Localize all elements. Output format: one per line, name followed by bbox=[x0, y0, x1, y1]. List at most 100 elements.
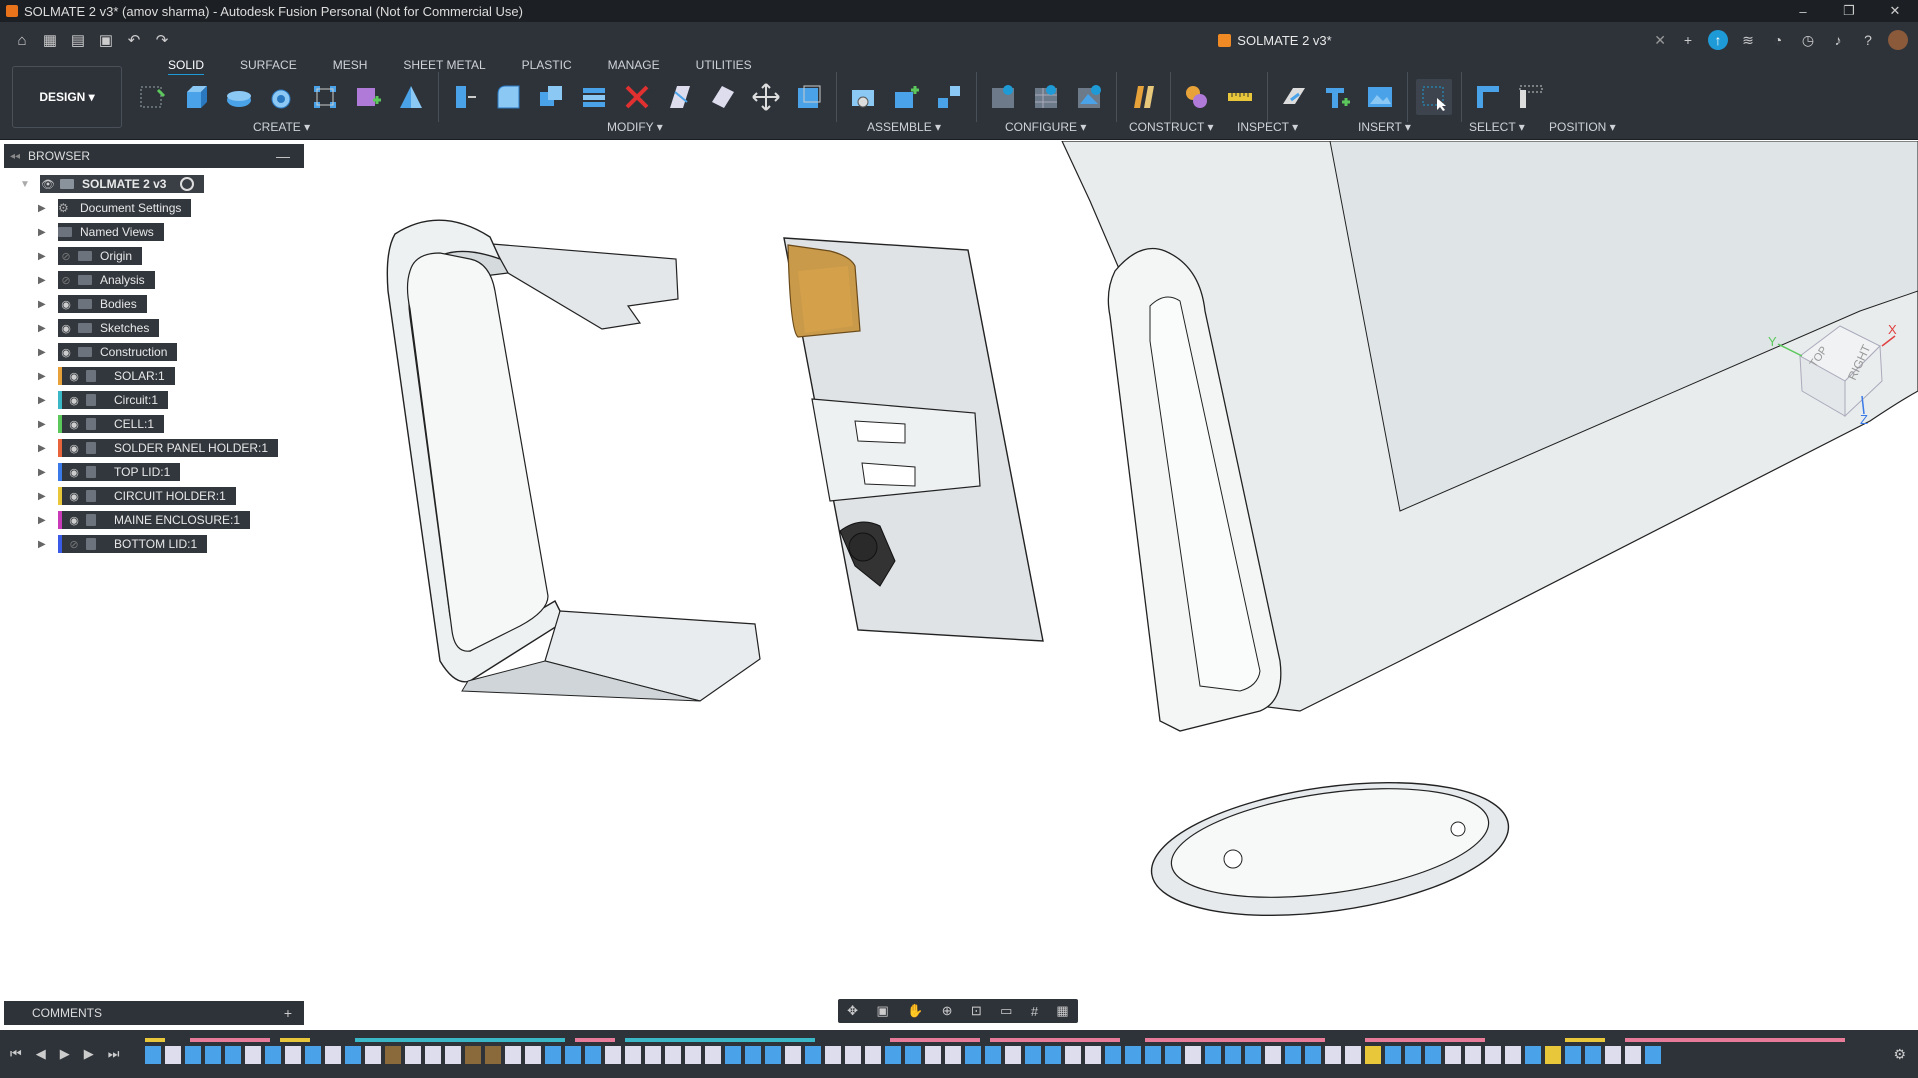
play-icon[interactable]: ▶ bbox=[60, 1046, 70, 1062]
close-tab-icon[interactable]: ✕ bbox=[1654, 32, 1666, 49]
timeline-feature[interactable] bbox=[1285, 1046, 1301, 1064]
move-copy-icon[interactable] bbox=[748, 79, 784, 115]
timeline-feature[interactable] bbox=[1005, 1046, 1021, 1064]
timeline-feature[interactable] bbox=[705, 1046, 721, 1064]
timeline-feature[interactable] bbox=[1305, 1046, 1321, 1064]
tab-plastic[interactable]: PLASTIC bbox=[504, 58, 590, 74]
timeline-feature[interactable] bbox=[1445, 1046, 1461, 1064]
undo-icon[interactable]: ↶ bbox=[124, 31, 144, 49]
expand-arrow-icon[interactable]: ▶ bbox=[38, 539, 46, 550]
timeline-feature[interactable] bbox=[1345, 1046, 1361, 1064]
look-at-icon[interactable]: ▣ bbox=[876, 1003, 888, 1019]
timeline-feature[interactable] bbox=[685, 1046, 701, 1064]
tab-utilities[interactable]: UTILITIES bbox=[678, 58, 770, 74]
eye-hidden-icon[interactable]: ⊘ bbox=[66, 538, 82, 551]
configure-theme-icon[interactable] bbox=[1071, 79, 1107, 115]
add-comment-icon[interactable]: + bbox=[284, 1005, 292, 1021]
tree-item-maine-enclosure[interactable]: ▶ ◉ MAINE ENCLOSURE:1 bbox=[0, 508, 320, 532]
collapse-browser-icon[interactable]: — bbox=[276, 148, 290, 164]
tree-item-circuit-holder[interactable]: ▶ ◉ CIRCUIT HOLDER:1 bbox=[0, 484, 320, 508]
tab-manage[interactable]: MANAGE bbox=[590, 58, 678, 74]
timeline-feature[interactable] bbox=[145, 1046, 161, 1064]
viewports-icon[interactable]: ▦ bbox=[1056, 1003, 1068, 1019]
timeline-feature[interactable] bbox=[1625, 1046, 1641, 1064]
inspect-menu[interactable]: INSPECT ▾ bbox=[1237, 120, 1298, 134]
expand-arrow-icon[interactable]: ▶ bbox=[38, 395, 46, 406]
eye-icon[interactable]: ◉ bbox=[66, 514, 82, 527]
activate-radio-icon[interactable] bbox=[180, 177, 195, 191]
insert-menu[interactable]: INSERT ▾ bbox=[1358, 120, 1411, 134]
fillet-icon[interactable] bbox=[490, 79, 526, 115]
eye-icon[interactable]: ◉ bbox=[58, 346, 74, 359]
new-component-icon[interactable] bbox=[350, 79, 386, 115]
assemble-menu[interactable]: ASSEMBLE ▾ bbox=[867, 120, 941, 134]
panel-grip-icon[interactable]: ◂◂ bbox=[10, 151, 20, 162]
eye-icon[interactable]: ◉ bbox=[66, 490, 82, 503]
timeline-feature[interactable] bbox=[965, 1046, 981, 1064]
create-sketch-icon[interactable] bbox=[135, 79, 171, 115]
timeline-feature[interactable] bbox=[325, 1046, 341, 1064]
tree-item-sketches[interactable]: ▶ ◉ Sketches bbox=[0, 316, 320, 340]
timeline-feature[interactable] bbox=[845, 1046, 861, 1064]
tree-item-bodies[interactable]: ▶ ◉ Bodies bbox=[0, 292, 320, 316]
timeline-feature[interactable] bbox=[585, 1046, 601, 1064]
measure-icon[interactable] bbox=[1222, 79, 1258, 115]
job-status-icon[interactable]: ◔ bbox=[1768, 30, 1788, 50]
step-forward-icon[interactable]: ▶ bbox=[84, 1046, 94, 1062]
timeline-feature[interactable] bbox=[505, 1046, 521, 1064]
timeline-feature[interactable] bbox=[1405, 1046, 1421, 1064]
timeline-feature[interactable] bbox=[445, 1046, 461, 1064]
timeline-feature[interactable] bbox=[1205, 1046, 1221, 1064]
extensions-icon[interactable]: ↑ bbox=[1708, 30, 1728, 50]
tree-item-solder-panel-holder[interactable]: ▶ ◉ SOLDER PANEL HOLDER:1 bbox=[0, 436, 320, 460]
eye-icon[interactable]: ◉ bbox=[66, 394, 82, 407]
circuit-holder-part[interactable] bbox=[783, 237, 1044, 642]
timeline-feature[interactable] bbox=[945, 1046, 961, 1064]
timeline-feature[interactable] bbox=[1225, 1046, 1241, 1064]
timeline-feature[interactable] bbox=[165, 1046, 181, 1064]
tab-sheet-metal[interactable]: SHEET METAL bbox=[385, 58, 503, 74]
timeline-feature[interactable] bbox=[1025, 1046, 1041, 1064]
timeline-feature[interactable] bbox=[745, 1046, 761, 1064]
expand-arrow-icon[interactable]: ▶ bbox=[38, 347, 46, 358]
expand-arrow-icon[interactable]: ▶ bbox=[38, 275, 46, 286]
timeline-feature[interactable] bbox=[385, 1046, 401, 1064]
go-to-start-icon[interactable]: ⏮ bbox=[10, 1046, 22, 1062]
main-enclosure-part[interactable] bbox=[1061, 140, 1918, 935]
grid-menu-icon[interactable]: ▦ bbox=[40, 31, 60, 49]
chamfer-icon[interactable] bbox=[533, 79, 569, 115]
tree-item-circuit[interactable]: ▶ ◉ Circuit:1 bbox=[0, 388, 320, 412]
eye-hidden-icon[interactable]: ⊘ bbox=[58, 250, 74, 263]
shell-icon[interactable] bbox=[576, 79, 612, 115]
timeline-feature[interactable] bbox=[725, 1046, 741, 1064]
expand-arrow-icon[interactable]: ▶ bbox=[38, 371, 46, 382]
zoom-icon[interactable]: ⊕ bbox=[942, 1003, 953, 1019]
expand-arrow-icon[interactable]: ▶ bbox=[38, 419, 46, 430]
pan-icon[interactable]: ✋ bbox=[907, 1003, 923, 1019]
timeline-feature[interactable] bbox=[1385, 1046, 1401, 1064]
timeline-feature[interactable] bbox=[345, 1046, 361, 1064]
tree-item-construction[interactable]: ▶ ◉ Construction bbox=[0, 340, 320, 364]
position-menu[interactable]: POSITION ▾ bbox=[1549, 120, 1616, 134]
configure-rows-icon[interactable] bbox=[1028, 79, 1064, 115]
timeline-feature[interactable] bbox=[1505, 1046, 1521, 1064]
timeline-feature[interactable] bbox=[985, 1046, 1001, 1064]
restore-button[interactable]: ❐ bbox=[1826, 0, 1872, 22]
timeline-feature[interactable] bbox=[1045, 1046, 1061, 1064]
timeline-feature[interactable] bbox=[1645, 1046, 1661, 1064]
step-back-icon[interactable]: ◀ bbox=[36, 1046, 46, 1062]
display-settings-icon[interactable]: ▭ bbox=[1000, 1003, 1012, 1019]
timeline-feature[interactable] bbox=[545, 1046, 561, 1064]
joint-origin-icon[interactable] bbox=[931, 79, 967, 115]
timeline-feature[interactable] bbox=[665, 1046, 681, 1064]
timeline-feature[interactable] bbox=[625, 1046, 641, 1064]
orbit-icon[interactable]: ✥ bbox=[847, 1003, 858, 1019]
split-body-icon[interactable] bbox=[705, 79, 741, 115]
grid-settings-icon[interactable]: # bbox=[1031, 1004, 1038, 1019]
timeline-feature[interactable] bbox=[485, 1046, 501, 1064]
expand-arrow-icon[interactable]: ▶ bbox=[38, 515, 46, 526]
configure-menu[interactable]: CONFIGURE ▾ bbox=[1005, 120, 1086, 134]
timeline-feature[interactable] bbox=[225, 1046, 241, 1064]
timeline-feature[interactable] bbox=[1085, 1046, 1101, 1064]
delete-icon[interactable] bbox=[619, 79, 655, 115]
